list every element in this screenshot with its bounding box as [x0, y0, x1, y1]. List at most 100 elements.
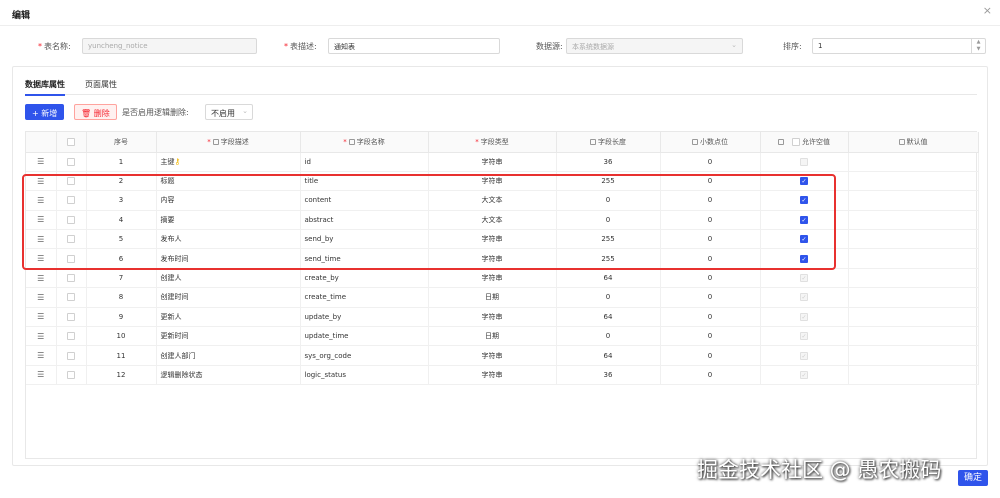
row-checkbox[interactable]: [67, 196, 75, 205]
cell-default[interactable]: [848, 229, 979, 250]
row-checkbox[interactable]: [67, 332, 75, 341]
cell-desc[interactable]: 摘要: [156, 210, 301, 231]
cell-decimal[interactable]: 0: [660, 210, 761, 231]
cell-desc[interactable]: 标题: [156, 171, 301, 192]
row-checkbox[interactable]: [67, 312, 75, 321]
cell-decimal[interactable]: 0: [660, 365, 761, 386]
datasource-select[interactable]: 本系统数据源 ⌄: [566, 38, 743, 54]
cell-type[interactable]: 字符串: [428, 307, 557, 328]
row-checkbox[interactable]: [67, 177, 75, 186]
confirm-button[interactable]: 确定: [958, 470, 988, 486]
cell-desc[interactable]: 主键⚷: [156, 152, 301, 172]
cell-name[interactable]: create_by: [300, 268, 429, 289]
cell-name[interactable]: id: [300, 152, 429, 172]
cell-default[interactable]: [848, 210, 979, 231]
drag-handle-icon[interactable]: ☰: [37, 274, 44, 283]
cell-default[interactable]: [848, 171, 979, 192]
cell-decimal[interactable]: 0: [660, 152, 761, 172]
nullable-checkbox[interactable]: ✓: [800, 235, 808, 244]
nullable-checkbox[interactable]: ✓: [800, 254, 808, 263]
cell-length[interactable]: 64: [556, 268, 661, 289]
cell-name[interactable]: create_time: [300, 287, 429, 308]
cell-name[interactable]: update_time: [300, 326, 429, 347]
cell-type[interactable]: 字符串: [428, 268, 557, 289]
row-checkbox[interactable]: [67, 293, 75, 302]
cell-type[interactable]: 日期: [428, 287, 557, 308]
row-checkbox[interactable]: [67, 215, 75, 224]
cell-decimal[interactable]: 0: [660, 248, 761, 269]
close-icon[interactable]: ×: [983, 4, 992, 17]
cell-decimal[interactable]: 0: [660, 326, 761, 347]
cell-name[interactable]: send_by: [300, 229, 429, 250]
add-button[interactable]: + 新增: [25, 104, 65, 120]
drag-handle-icon[interactable]: ☰: [37, 312, 44, 321]
drag-handle-icon[interactable]: ☰: [37, 254, 44, 263]
cell-default[interactable]: [848, 152, 979, 172]
cell-desc[interactable]: 创建时间: [156, 287, 301, 308]
drag-handle-icon[interactable]: ☰: [37, 332, 44, 341]
nullable-checkbox[interactable]: ✓: [800, 177, 808, 186]
cell-type[interactable]: 字符串: [428, 365, 557, 386]
nullable-checkbox[interactable]: ✓: [800, 196, 808, 205]
cell-name[interactable]: update_by: [300, 307, 429, 328]
cell-decimal[interactable]: 0: [660, 171, 761, 192]
cell-decimal[interactable]: 0: [660, 190, 761, 211]
stepper-icon[interactable]: ▲ ▼: [971, 39, 985, 53]
cell-type[interactable]: 字符串: [428, 229, 557, 250]
cell-name[interactable]: send_time: [300, 248, 429, 269]
drag-handle-icon[interactable]: ☰: [37, 351, 44, 360]
cell-default[interactable]: [848, 268, 979, 289]
cell-name[interactable]: logic_status: [300, 365, 429, 386]
cell-desc[interactable]: 更新时间: [156, 326, 301, 347]
cell-length[interactable]: 0: [556, 210, 661, 231]
cell-desc[interactable]: 发布人: [156, 229, 301, 250]
cell-decimal[interactable]: 0: [660, 307, 761, 328]
cell-length[interactable]: 255: [556, 248, 661, 269]
cell-default[interactable]: [848, 248, 979, 269]
cell-default[interactable]: [848, 326, 979, 347]
cell-length[interactable]: 64: [556, 345, 661, 366]
drag-handle-icon[interactable]: ☰: [37, 235, 44, 244]
cell-type[interactable]: 日期: [428, 326, 557, 347]
cell-name[interactable]: content: [300, 190, 429, 211]
cell-type[interactable]: 大文本: [428, 210, 557, 231]
cell-type[interactable]: 大文本: [428, 190, 557, 211]
drag-handle-icon[interactable]: ☰: [37, 177, 44, 186]
tab-page-properties[interactable]: 页面属性: [85, 79, 117, 94]
cell-type[interactable]: 字符串: [428, 152, 557, 172]
cell-desc[interactable]: 内容: [156, 190, 301, 211]
cell-desc[interactable]: 创建人部门: [156, 345, 301, 366]
cell-desc[interactable]: 发布时间: [156, 248, 301, 269]
cell-length[interactable]: 0: [556, 190, 661, 211]
drag-handle-icon[interactable]: ☰: [37, 157, 44, 166]
cell-length[interactable]: 255: [556, 171, 661, 192]
cell-decimal[interactable]: 0: [660, 268, 761, 289]
cell-default[interactable]: [848, 365, 979, 386]
drag-handle-icon[interactable]: ☰: [37, 215, 44, 224]
cell-length[interactable]: 0: [556, 287, 661, 308]
cell-length[interactable]: 36: [556, 365, 661, 386]
table-name-input[interactable]: yuncheng_notice: [82, 38, 257, 54]
cell-type[interactable]: 字符串: [428, 345, 557, 366]
table-desc-input[interactable]: 通知表: [328, 38, 500, 54]
cell-default[interactable]: [848, 190, 979, 211]
drag-handle-icon[interactable]: ☰: [37, 370, 44, 379]
cell-name[interactable]: abstract: [300, 210, 429, 231]
cell-type[interactable]: 字符串: [428, 171, 557, 192]
row-checkbox[interactable]: [67, 370, 75, 379]
cell-default[interactable]: [848, 307, 979, 328]
cell-length[interactable]: 36: [556, 152, 661, 172]
nullable-checkbox[interactable]: ✓: [800, 215, 808, 224]
select-all-checkbox[interactable]: [56, 132, 87, 153]
logic-delete-select[interactable]: 不启用 ⌄: [205, 104, 253, 120]
cell-decimal[interactable]: 0: [660, 287, 761, 308]
cell-name[interactable]: title: [300, 171, 429, 192]
cell-desc[interactable]: 创建人: [156, 268, 301, 289]
tab-database-properties[interactable]: 数据库属性: [25, 79, 65, 96]
row-checkbox[interactable]: [67, 254, 75, 263]
cell-length[interactable]: 255: [556, 229, 661, 250]
cell-desc[interactable]: 逻辑删除状态: [156, 365, 301, 386]
row-checkbox[interactable]: [67, 235, 75, 244]
cell-name[interactable]: sys_org_code: [300, 345, 429, 366]
drag-handle-icon[interactable]: ☰: [37, 293, 44, 302]
